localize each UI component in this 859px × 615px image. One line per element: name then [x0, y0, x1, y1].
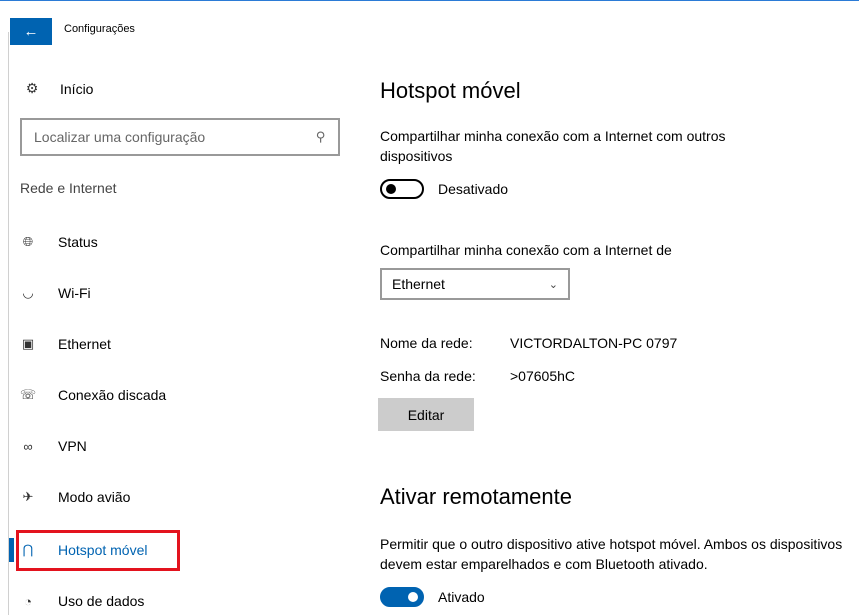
sidebar-item-label: Status	[58, 234, 98, 250]
search-input[interactable]: Localizar uma configuração ⚲	[20, 118, 340, 156]
search-icon: ⚲	[316, 129, 326, 144]
share-switch[interactable]	[380, 179, 424, 199]
network-password-value: >07605hC	[510, 368, 576, 384]
airplane-icon: ✈	[22, 489, 34, 504]
sidebar-item-data-usage[interactable]: ◔ Uso de dados	[18, 583, 338, 615]
back-arrow-icon: ←	[23, 23, 39, 40]
ethernet-icon: ▣	[21, 336, 35, 351]
chevron-down-icon: ⌄	[548, 278, 558, 291]
back-button[interactable]: ←	[10, 18, 52, 45]
remote-title: Ativar remotamente	[380, 484, 572, 509]
sidebar-item-dialup[interactable]: ☏ Conexão discada	[18, 377, 338, 413]
data-usage-icon: ◔	[24, 593, 32, 609]
remote-toggle[interactable]: Ativado	[380, 587, 485, 607]
search-placeholder: Localizar uma configuração	[34, 129, 206, 145]
network-name-row: Nome da rede: VICTORDALTON-PC 0797	[380, 335, 677, 351]
page-title: Hotspot móvel	[380, 78, 521, 103]
sidebar-home-label: Início	[60, 80, 94, 97]
network-name-value: VICTORDALTON-PC 0797	[510, 335, 678, 351]
sidebar-item-label: VPN	[58, 438, 87, 454]
share-from-label: Compartilhar minha conexão com a Interne…	[380, 242, 672, 258]
window-left-edge	[8, 32, 9, 615]
sidebar-item-label: Ethernet	[58, 336, 111, 352]
highlight-annotation	[16, 530, 180, 571]
sidebar-item-label: Uso de dados	[58, 593, 145, 609]
sidebar-item-label: Wi-Fi	[58, 285, 91, 301]
sidebar-item-status[interactable]: 🌐︎ Status	[18, 224, 338, 260]
sidebar-item-label: Conexão discada	[58, 387, 167, 403]
title-bar: ← Configurações	[0, 0, 859, 45]
sidebar-item-wifi[interactable]: ◡ Wi-Fi	[18, 275, 338, 311]
gear-icon: ⚙	[25, 80, 39, 96]
share-from-dropdown[interactable]: Ethernet ⌄	[380, 268, 570, 300]
switch-knob	[386, 184, 396, 194]
dialup-icon: ☏	[19, 387, 37, 402]
sidebar-item-ethernet[interactable]: ▣ Ethernet	[18, 326, 338, 362]
active-indicator	[9, 538, 14, 562]
share-description: Compartilhar minha conexão com a Interne…	[380, 128, 726, 164]
edit-button[interactable]: Editar	[378, 398, 474, 431]
remote-toggle-state: Ativado	[438, 589, 485, 605]
globe-icon: 🌐︎	[22, 234, 34, 249]
vpn-icon: ∞	[23, 438, 33, 454]
remote-switch[interactable]	[380, 587, 424, 607]
share-toggle[interactable]: Desativado	[380, 179, 508, 199]
remote-description: Permitir que o outro dispositivo ative h…	[380, 536, 843, 572]
sidebar-home[interactable]: ⚙ Início	[24, 80, 94, 97]
network-name-label: Nome da rede:	[380, 335, 473, 351]
network-password-label: Senha da rede:	[380, 368, 476, 384]
switch-knob	[408, 592, 418, 602]
wifi-icon: ◡	[22, 285, 34, 300]
sidebar-item-vpn[interactable]: ∞ VPN	[18, 428, 338, 464]
sidebar-item-label: Modo avião	[58, 489, 131, 505]
window-title: Configurações	[64, 23, 135, 35]
network-password-row: Senha da rede: >07605hC	[380, 368, 575, 384]
section-label: Rede e Internet	[20, 180, 117, 196]
share-from-value: Ethernet	[392, 276, 445, 292]
sidebar-item-airplane-mode[interactable]: ✈ Modo avião	[18, 479, 338, 515]
share-toggle-state: Desativado	[438, 181, 509, 197]
